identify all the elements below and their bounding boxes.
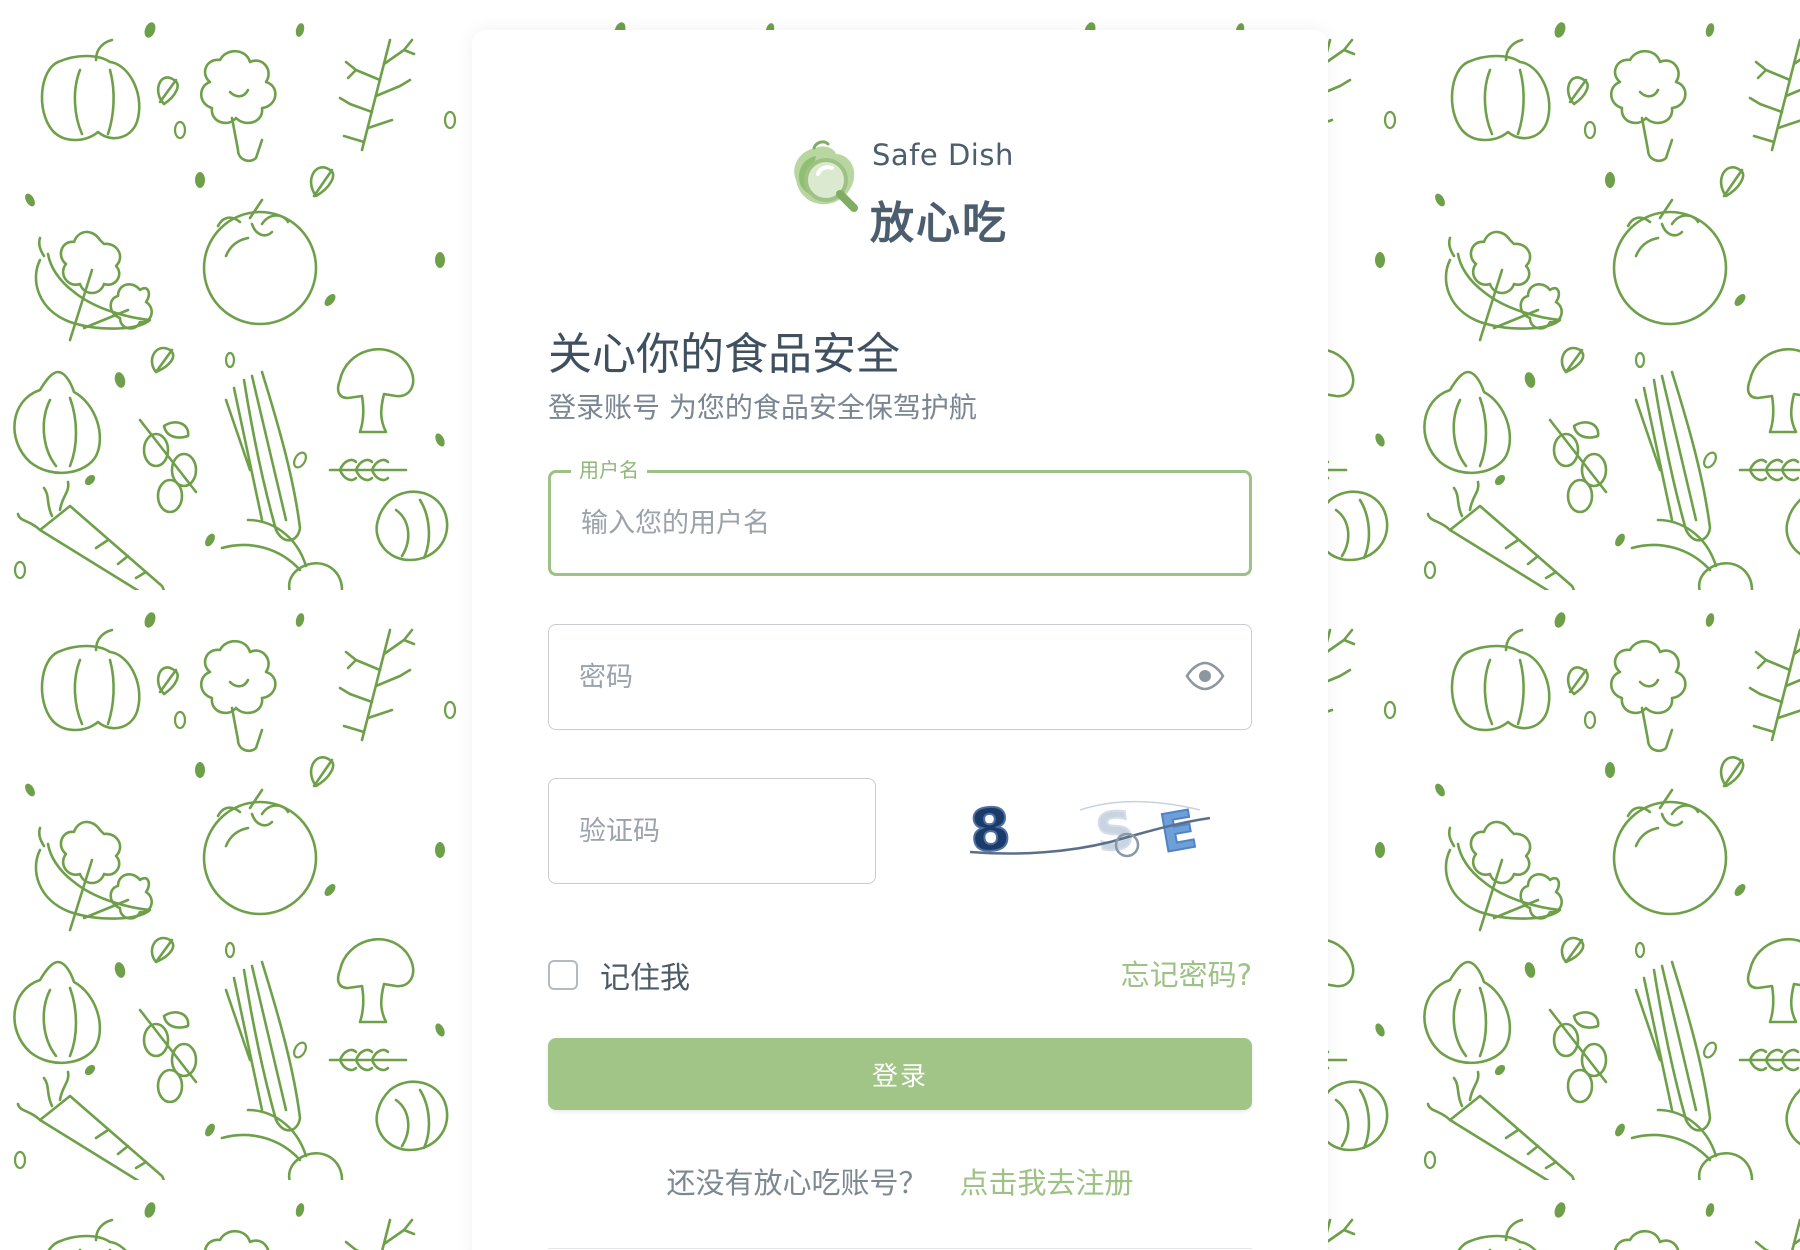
svg-text:E: E [1156, 800, 1201, 865]
register-link[interactable]: 点击我去注册 [960, 1166, 1134, 1200]
register-row: 还没有放心吃账号？ 点击我去注册 [0, 1160, 1800, 1202]
captcha-input[interactable] [579, 779, 845, 883]
forgot-password-link[interactable]: 忘记密码? [1121, 952, 1252, 994]
remember-me-toggle[interactable]: 记住我 [548, 955, 690, 996]
brand-name-chinese: 放心吃 [870, 198, 1008, 249]
password-input[interactable] [579, 625, 1161, 729]
leaf-magnifier-icon [794, 140, 858, 212]
footer-divider [548, 1248, 1252, 1249]
password-field[interactable] [548, 624, 1252, 730]
login-button[interactable]: 登录 [548, 1038, 1252, 1110]
page-subheadline: 登录账号 为您的食品安全保驾护航 [548, 391, 977, 424]
captcha-image[interactable]: 8 S E [960, 780, 1220, 872]
username-input[interactable] [581, 473, 1219, 573]
register-prompt: 还没有放心吃账号？ [666, 1166, 928, 1200]
username-field[interactable]: 用户名 [548, 457, 1252, 576]
remember-me-label: 记住我 [600, 961, 690, 996]
captcha-field[interactable] [548, 778, 876, 884]
eye-icon[interactable] [1185, 661, 1225, 691]
brand-name-english: Safe Dish [872, 138, 1014, 172]
page-headline: 关心你的食品安全 [548, 329, 900, 380]
remember-me-checkbox[interactable] [548, 960, 578, 990]
login-page: Safe Dish 放心吃 关心你的食品安全 登录账号 为您的食品安全保驾护航 … [0, 0, 1800, 1250]
